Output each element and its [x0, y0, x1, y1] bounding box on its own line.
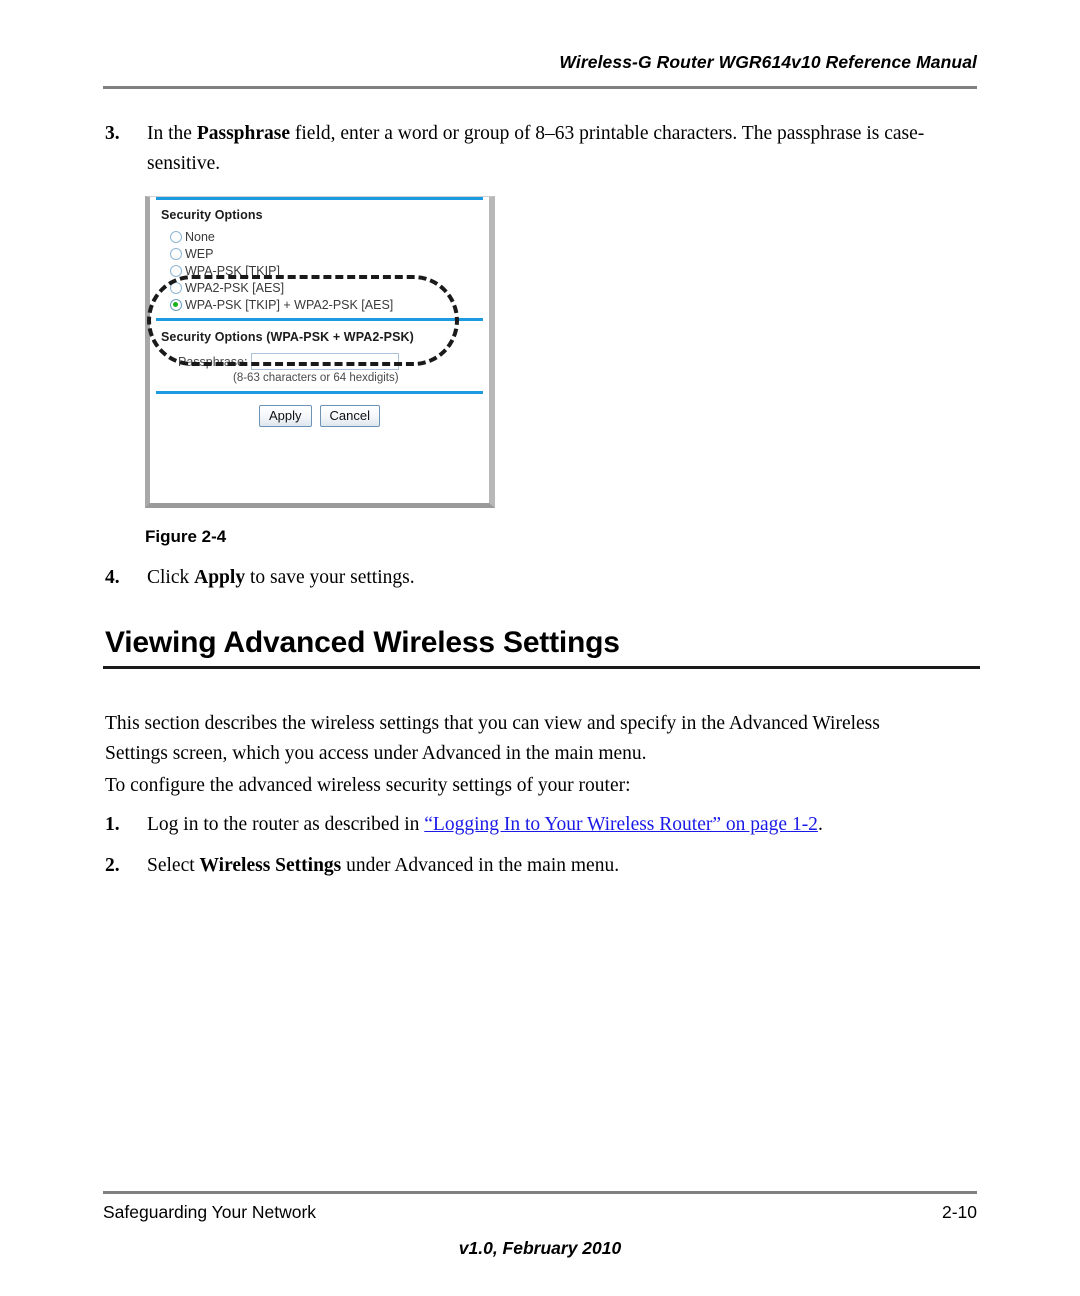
- radio-option-none[interactable]: None: [156, 228, 483, 245]
- step-adv-1-text: Log in to the router as described in “Lo…: [147, 810, 980, 840]
- step-adv-2-text-before: Select: [147, 855, 200, 876]
- passphrase-label: Passphrase:: [178, 354, 248, 369]
- router-screen-body: Security Options None WEP WPA-PSK [TKIP]…: [150, 197, 489, 503]
- radio-icon-wpa-psk-tkip[interactable]: [170, 264, 182, 277]
- security-options-heading: Security Options: [161, 208, 263, 222]
- step-adv-2-bold-term: Wireless Settings: [199, 855, 342, 876]
- radio-label-wpa2-psk-aes: WPA2-PSK [AES]: [185, 280, 285, 295]
- radio-icon-none[interactable]: [170, 230, 182, 243]
- radio-option-wpa-psk-tkip[interactable]: WPA-PSK [TKIP]: [156, 262, 483, 279]
- intro-paragraph: This section describes the wireless sett…: [105, 713, 880, 764]
- radio-option-wep[interactable]: WEP: [156, 245, 483, 262]
- radio-option-wpa2-psk-aes[interactable]: WPA2-PSK [AES]: [156, 279, 483, 296]
- step-3-text-before: In the: [147, 123, 197, 144]
- step-adv-2-number: 2.: [105, 855, 120, 876]
- button-row: Apply Cancel: [156, 394, 483, 427]
- footer-version: v1.0, February 2010: [458, 1238, 622, 1258]
- step-4-number: 4.: [105, 567, 120, 588]
- step-4-bold-term: Apply: [194, 567, 246, 588]
- step-4-text-before: Click: [147, 567, 195, 588]
- passphrase-section: Security Options (WPA-PSK + WPA2-PSK) Pa…: [156, 321, 483, 391]
- step-3: 3. In the Passphrase field, enter a word…: [105, 119, 980, 179]
- passphrase-section-heading: Security Options (WPA-PSK + WPA2-PSK): [161, 330, 414, 344]
- heading-underline: [103, 666, 980, 669]
- step-adv-1-number: 1.: [105, 814, 120, 835]
- router-security-options-screen: Security Options None WEP WPA-PSK [TKIP]…: [145, 196, 495, 508]
- procedure-lead-in: To configure the advanced wireless secur…: [105, 775, 631, 796]
- radio-label-none: None: [185, 229, 215, 244]
- step-4: 4. Click Apply to save your settings.: [105, 563, 980, 593]
- radio-icon-wpa-psk-plus-wpa2-psk[interactable]: [170, 298, 182, 311]
- running-header: Wireless-G Router WGR614v10 Reference Ma…: [103, 52, 977, 73]
- figure-caption: Figure 2-4: [145, 527, 227, 546]
- passphrase-hint: (8-63 characters or 64 hexdigits): [233, 372, 399, 384]
- passphrase-row: Passphrase:: [156, 350, 483, 370]
- step-3-text: In the Passphrase field, enter a word or…: [147, 119, 980, 179]
- step-4-text: Click Apply to save your settings.: [147, 563, 980, 593]
- radio-label-wep: WEP: [185, 246, 214, 261]
- cross-reference-link[interactable]: “Logging In to Your Wireless Router” on …: [424, 814, 818, 835]
- header-divider: [103, 86, 977, 89]
- cancel-button[interactable]: Cancel: [319, 405, 380, 427]
- radio-option-wpa-psk-plus-wpa2-psk[interactable]: WPA-PSK [TKIP] + WPA2-PSK [AES]: [156, 296, 483, 313]
- step-adv-1: 1. Log in to the router as described in …: [105, 810, 980, 840]
- footer-page-number: 2-10: [941, 1202, 977, 1222]
- step-4-text-after: to save your settings.: [245, 567, 415, 588]
- figure-2-4: Security Options None WEP WPA-PSK [TKIP]…: [145, 196, 495, 508]
- step-adv-1-text-after: .: [817, 814, 823, 835]
- radio-icon-wpa2-psk-aes[interactable]: [170, 281, 182, 294]
- step-adv-2: 2. Select Wireless Settings under Advanc…: [105, 851, 980, 881]
- radio-icon-wep[interactable]: [170, 247, 182, 260]
- page-footer: Safeguarding Your Network 2-10: [103, 1202, 977, 1223]
- step-adv-2-text-after: under Advanced in the main menu.: [341, 855, 620, 876]
- page-title: Viewing Advanced Wireless Settings: [105, 626, 620, 659]
- step-adv-1-text-before: Log in to the router as described in: [147, 814, 425, 835]
- footer-divider: [103, 1191, 977, 1194]
- footer-chapter: Safeguarding Your Network: [103, 1202, 317, 1222]
- radio-label-wpa-psk-plus-wpa2-psk: WPA-PSK [TKIP] + WPA2-PSK [AES]: [185, 297, 394, 312]
- step-adv-2-text: Select Wireless Settings under Advanced …: [147, 851, 980, 881]
- step-3-bold-term: Passphrase: [196, 123, 291, 144]
- apply-button[interactable]: Apply: [259, 405, 312, 427]
- manual-title: Wireless-G Router WGR614v10 Reference Ma…: [559, 52, 977, 72]
- step-3-number: 3.: [105, 123, 120, 144]
- passphrase-input[interactable]: [251, 353, 400, 370]
- radio-label-wpa-psk-tkip: WPA-PSK [TKIP]: [185, 263, 280, 278]
